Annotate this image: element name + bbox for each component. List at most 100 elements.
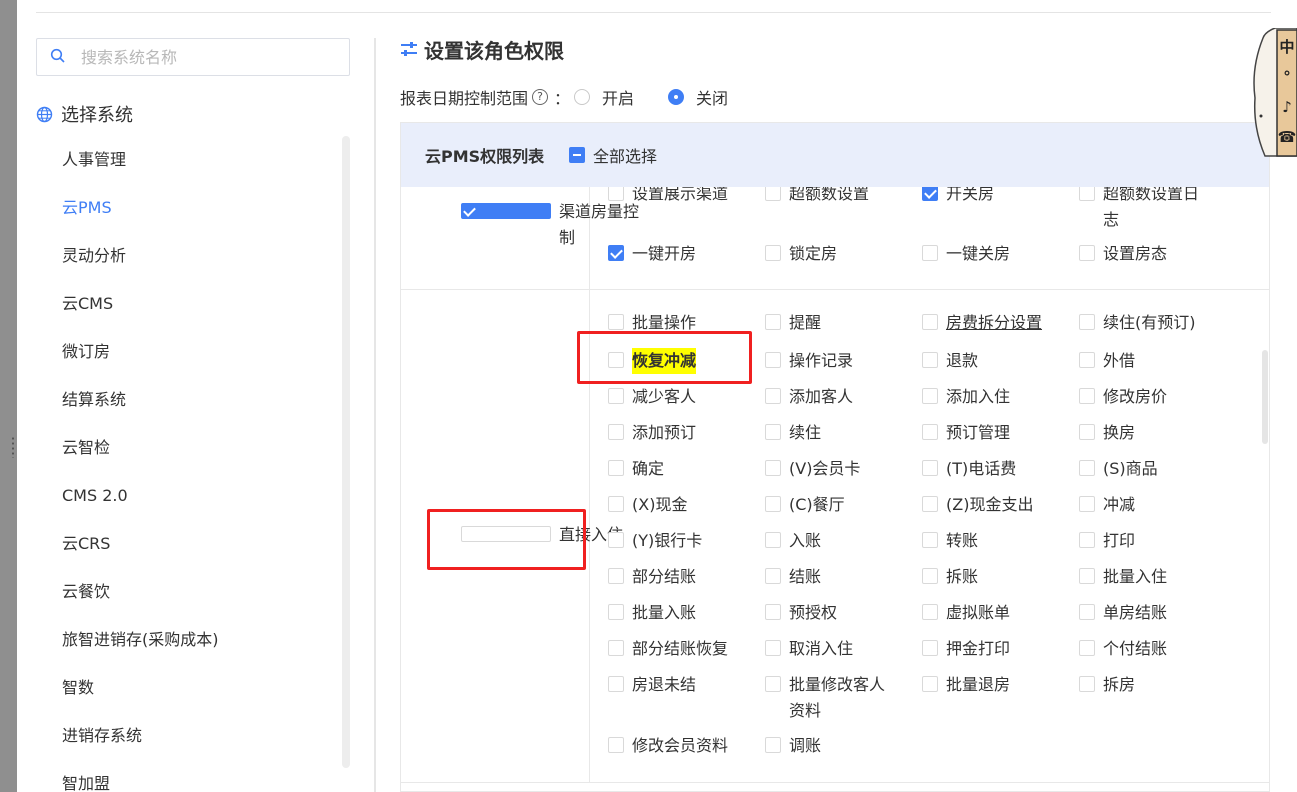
permission-checkbox[interactable] (765, 640, 781, 656)
sidebar-item[interactable]: 云CRS (62, 520, 332, 568)
system-search-box[interactable] (36, 38, 350, 76)
permission-option[interactable]: 批量退房 (922, 672, 1051, 698)
permission-option[interactable]: 虚拟账单 (922, 600, 1051, 626)
permission-checkbox[interactable] (1079, 604, 1095, 620)
permission-checkbox[interactable] (922, 604, 938, 620)
sidebar-item[interactable]: 结算系统 (62, 376, 332, 424)
permission-checkbox[interactable] (608, 737, 624, 753)
permission-checkbox[interactable] (1079, 187, 1095, 201)
permission-checkbox[interactable] (922, 388, 938, 404)
radio-open-circle[interactable] (574, 89, 591, 105)
radio-close[interactable]: 关闭 (668, 85, 728, 109)
permission-option[interactable]: (S)商品 (1079, 456, 1208, 482)
permission-checkbox[interactable] (608, 568, 624, 584)
permission-option[interactable]: 操作记录 (765, 348, 894, 374)
sidebar-item[interactable]: 云PMS (62, 184, 332, 232)
permission-option[interactable]: 拆房 (1079, 672, 1208, 698)
permission-option[interactable]: 单房结账 (1079, 600, 1208, 626)
sidebar-item[interactable]: 云餐饮 (62, 568, 332, 616)
permission-option[interactable]: 修改房价 (1079, 384, 1208, 410)
help-icon[interactable]: ? (532, 89, 549, 105)
permission-option[interactable]: 一键关房 (922, 241, 1051, 267)
permission-option[interactable]: 拆账 (922, 564, 1051, 590)
permission-option[interactable]: (X)现金 (608, 492, 737, 518)
permission-checkbox[interactable] (608, 532, 624, 548)
drag-grip-handle[interactable] (11, 436, 15, 458)
permission-checkbox[interactable] (765, 604, 781, 620)
sidebar-item[interactable]: 智加盟 (62, 760, 332, 792)
permission-option[interactable]: 房费拆分设置 (922, 310, 1051, 336)
permission-option[interactable]: 设置展示渠道 (608, 187, 737, 207)
permission-option[interactable]: 退款 (922, 348, 1051, 374)
sidebar-item[interactable]: 云智检 (62, 424, 332, 472)
permission-checkbox[interactable] (922, 496, 938, 512)
group-checkbox[interactable] (461, 203, 551, 219)
permission-option[interactable]: 提醒 (765, 310, 894, 336)
permission-checkbox[interactable] (765, 676, 781, 692)
permission-checkbox[interactable] (765, 496, 781, 512)
permission-option[interactable]: 部分结账 (608, 564, 737, 590)
permission-option[interactable]: 个付结账 (1079, 636, 1208, 662)
radio-open[interactable]: 开启 (574, 85, 634, 109)
permission-checkbox[interactable] (922, 676, 938, 692)
permission-option[interactable]: 结账 (765, 564, 894, 590)
permission-checkbox[interactable] (608, 424, 624, 440)
permission-option[interactable]: 确定 (608, 456, 737, 482)
permission-checkbox[interactable] (608, 604, 624, 620)
permission-option[interactable]: 部分结账恢复 (608, 636, 737, 662)
permission-checkbox[interactable] (922, 568, 938, 584)
sidebar-item[interactable]: CMS 2.0 (62, 472, 332, 520)
permission-option[interactable]: 取消入住 (765, 636, 894, 662)
permission-checkbox[interactable] (608, 314, 624, 330)
permission-option[interactable]: 打印 (1079, 528, 1208, 554)
permission-option[interactable]: 外借 (1079, 348, 1208, 374)
permission-option[interactable]: 开关房 (922, 187, 1051, 207)
permission-option[interactable]: 超额数设置 (765, 187, 894, 207)
permission-checkbox[interactable] (922, 640, 938, 656)
permission-option[interactable]: 批量入住 (1079, 564, 1208, 590)
permission-checkbox[interactable] (922, 532, 938, 548)
permission-checkbox[interactable] (1079, 352, 1095, 368)
permission-option[interactable]: 批量入账 (608, 600, 737, 626)
permission-option[interactable]: 预订管理 (922, 420, 1051, 446)
permission-option[interactable]: 设置房态 (1079, 241, 1208, 267)
permission-option[interactable]: 转账 (922, 528, 1051, 554)
permission-option[interactable]: (Z)现金支出 (922, 492, 1051, 518)
permission-option[interactable]: 换房 (1079, 420, 1208, 446)
permission-option[interactable]: (V)会员卡 (765, 456, 894, 482)
permission-checkbox[interactable] (765, 568, 781, 584)
permission-checkbox[interactable] (765, 388, 781, 404)
permission-checkbox[interactable] (608, 676, 624, 692)
permission-checkbox[interactable] (608, 245, 624, 261)
permission-option[interactable]: (Y)银行卡 (608, 528, 737, 554)
permission-option[interactable]: 添加客人 (765, 384, 894, 410)
radio-close-circle[interactable] (668, 89, 685, 105)
permission-checkbox[interactable] (765, 460, 781, 476)
permission-checkbox[interactable] (1079, 532, 1095, 548)
permission-checkbox[interactable] (1079, 388, 1095, 404)
permission-checkbox[interactable] (608, 496, 624, 512)
sidebar-item[interactable]: 旅智进销存(采购成本) (62, 616, 332, 664)
permission-checkbox[interactable] (608, 388, 624, 404)
permission-checkbox[interactable] (922, 245, 938, 261)
permission-checkbox[interactable] (1079, 568, 1095, 584)
permission-checkbox[interactable] (1079, 460, 1095, 476)
permission-checkbox[interactable] (922, 314, 938, 330)
permission-option[interactable]: 预授权 (765, 600, 894, 626)
permission-checkbox[interactable] (922, 424, 938, 440)
permission-checkbox[interactable] (608, 640, 624, 656)
permission-option[interactable]: 减少客人 (608, 384, 737, 410)
permission-checkbox[interactable] (1079, 314, 1095, 330)
permission-checkbox[interactable] (765, 314, 781, 330)
table-scrollbar[interactable] (1262, 350, 1268, 444)
permission-checkbox[interactable] (922, 187, 938, 201)
system-search-input[interactable] (81, 45, 341, 69)
permission-option[interactable]: 一键开房 (608, 241, 737, 267)
permission-option[interactable]: 续住(有预订) (1079, 310, 1208, 336)
permission-checkbox[interactable] (1079, 496, 1095, 512)
permission-checkbox[interactable] (1079, 245, 1095, 261)
permission-option[interactable]: 调账 (765, 733, 894, 759)
permission-option[interactable]: (C)餐厅 (765, 492, 894, 518)
permission-option[interactable]: 冲减 (1079, 492, 1208, 518)
permission-option[interactable]: 修改会员资料 (608, 733, 737, 759)
